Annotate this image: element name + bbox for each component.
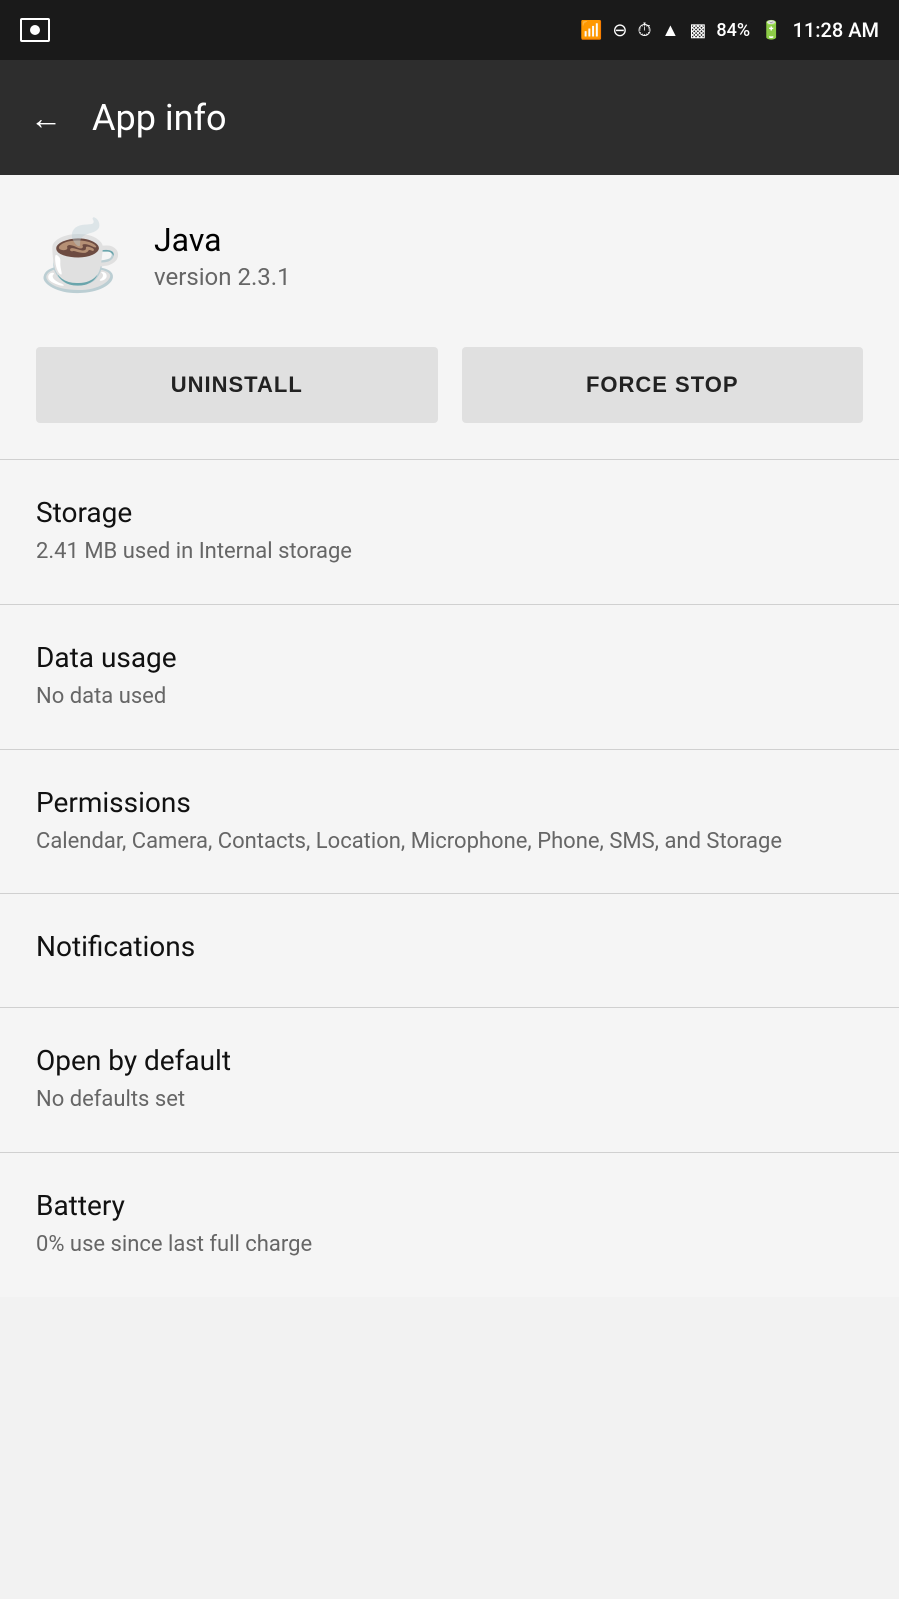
alarm-icon: ⏱: [638, 20, 652, 41]
dnd-icon: ⊖: [612, 20, 627, 41]
app-icon: ☕: [36, 211, 126, 301]
wifi-icon: ▲: [662, 20, 680, 41]
signal-icon: ▩: [689, 20, 706, 41]
battery-row[interactable]: Battery 0% use since last full charge: [0, 1153, 899, 1297]
data-usage-title: Data usage: [36, 641, 863, 674]
data-usage-subtitle: No data used: [36, 682, 863, 713]
buttons-section: UNINSTALL FORCE STOP: [0, 337, 899, 459]
notifications-row[interactable]: Notifications: [0, 894, 899, 1007]
permissions-row[interactable]: Permissions Calendar, Camera, Contacts, …: [0, 750, 899, 894]
battery-title: Battery: [36, 1189, 863, 1222]
data-usage-row[interactable]: Data usage No data used: [0, 605, 899, 749]
battery-percent: 84%: [716, 20, 750, 41]
notifications-title: Notifications: [36, 930, 863, 963]
back-button[interactable]: ←: [30, 99, 62, 137]
force-stop-button[interactable]: FORCE STOP: [462, 347, 864, 423]
storage-title: Storage: [36, 496, 863, 529]
time-display: 11:28 AM: [793, 18, 879, 42]
permissions-title: Permissions: [36, 786, 863, 819]
storage-subtitle: 2.41 MB used in Internal storage: [36, 537, 863, 568]
app-details: Java version 2.3.1: [154, 221, 291, 291]
battery-icon: 🔋: [760, 20, 782, 41]
app-name: Java: [154, 221, 291, 259]
status-bar: 📶 ⊖ ⏱ ▲ ▩ 84% 🔋 11:28 AM: [0, 0, 899, 60]
open-by-default-subtitle: No defaults set: [36, 1085, 863, 1116]
app-bar: ← App info: [0, 60, 899, 175]
uninstall-button[interactable]: UNINSTALL: [36, 347, 438, 423]
open-by-default-title: Open by default: [36, 1044, 863, 1077]
bluetooth-icon: 📶: [580, 20, 602, 41]
photo-icon: [20, 18, 50, 42]
status-bar-left: [20, 18, 50, 42]
permissions-subtitle: Calendar, Camera, Contacts, Location, Mi…: [36, 827, 863, 858]
battery-subtitle: 0% use since last full charge: [36, 1230, 863, 1261]
app-info-section: ☕ Java version 2.3.1: [0, 175, 899, 337]
app-version: version 2.3.1: [154, 263, 291, 291]
page-title: App info: [92, 97, 227, 139]
storage-row[interactable]: Storage 2.41 MB used in Internal storage: [0, 460, 899, 604]
open-by-default-row[interactable]: Open by default No defaults set: [0, 1008, 899, 1152]
status-bar-right: 📶 ⊖ ⏱ ▲ ▩ 84% 🔋 11:28 AM: [580, 18, 879, 42]
